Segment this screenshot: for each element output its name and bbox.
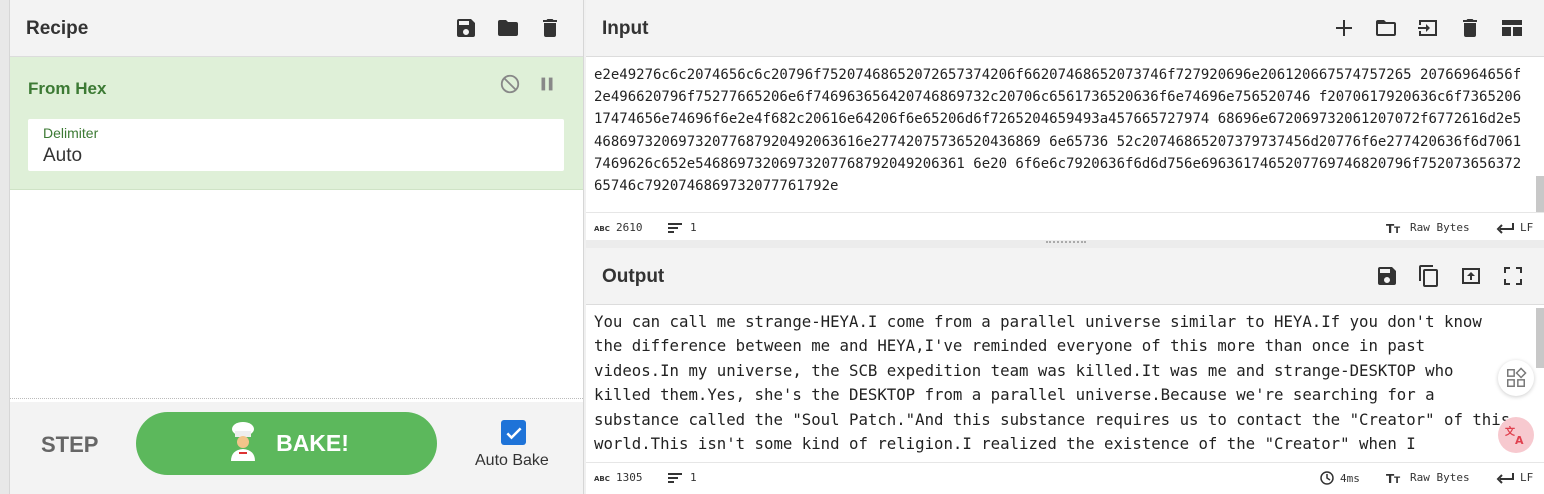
checkmark-icon — [505, 427, 522, 439]
lines-icon — [668, 222, 684, 234]
output-line-count-value: 1 — [690, 471, 697, 484]
clock-icon — [1320, 471, 1334, 485]
input-scrollbar[interactable] — [1536, 176, 1544, 212]
output-encoding[interactable]: TT Raw Bytes — [1386, 471, 1470, 484]
operation-from-hex[interactable]: From Hex Delimiter Auto — [10, 57, 583, 190]
recipe-header: Recipe — [10, 0, 583, 57]
copy-output-icon[interactable] — [1408, 261, 1450, 291]
floating-apps-grid-button[interactable] — [1498, 360, 1534, 396]
input-eol-value: LF — [1520, 221, 1534, 234]
auto-bake-label: Auto Bake — [475, 452, 549, 469]
output-char-count: ABC 1305 — [594, 471, 643, 484]
return-arrow-icon — [1496, 222, 1514, 234]
input-eol[interactable]: LF — [1496, 221, 1533, 234]
bake-label: BAKE! — [276, 430, 349, 456]
input-char-count: ABC 2610 — [594, 221, 643, 234]
recipe-panel: Recipe From Hex Delimiter Auto STEP BAKE… — [10, 0, 584, 494]
bake-time-value: 4ms — [1340, 471, 1360, 485]
svg-text:A: A — [1515, 434, 1524, 447]
bake-time: 4ms — [1320, 471, 1360, 485]
lines-icon — [668, 472, 684, 484]
translate-icon: 文 A — [1505, 425, 1524, 447]
text-size-icon: TT — [1386, 472, 1404, 484]
svg-text:T: T — [1394, 476, 1401, 484]
replace-input-with-output-icon[interactable] — [1450, 261, 1492, 291]
input-header-actions — [1323, 13, 1533, 43]
load-recipe-folder-icon[interactable] — [487, 13, 529, 43]
abc-icon: ABC — [594, 223, 610, 233]
open-file-input-icon[interactable] — [1407, 13, 1449, 43]
delimiter-value[interactable]: Auto — [43, 145, 543, 167]
open-folder-icon[interactable] — [1365, 13, 1407, 43]
step-button[interactable]: STEP — [41, 432, 98, 458]
svg-text:ABC: ABC — [594, 225, 610, 233]
output-line-count: 1 — [668, 471, 697, 484]
clear-recipe-trash-icon[interactable] — [529, 13, 571, 43]
output-char-count-value: 1305 — [616, 471, 643, 484]
svg-text:T: T — [1394, 226, 1401, 234]
output-panel: Output You can call me strange-HEYA.I co… — [586, 248, 1544, 494]
text-size-icon: TT — [1386, 222, 1404, 234]
recipe-title: Recipe — [26, 18, 89, 39]
input-encoding[interactable]: TT Raw Bytes — [1386, 221, 1470, 234]
apps-grid-icon — [1507, 367, 1527, 387]
svg-text:ABC: ABC — [594, 475, 610, 483]
operation-title: From Hex — [28, 79, 107, 98]
output-title: Output — [602, 266, 665, 287]
input-header: Input — [586, 0, 1544, 57]
maximize-output-icon[interactable] — [1492, 261, 1534, 291]
return-arrow-icon — [1496, 472, 1514, 484]
input-char-count-value: 2610 — [616, 221, 643, 234]
input-line-count-value: 1 — [690, 221, 697, 234]
input-panel: Input e2e49276c6c2074656c6c20796f7520746… — [586, 0, 1544, 240]
cyberchef-app: Recipe From Hex Delimiter Auto STEP BAKE… — [0, 0, 1544, 494]
input-title: Input — [602, 18, 649, 39]
disable-operation-icon[interactable] — [499, 73, 521, 95]
output-eol[interactable]: LF — [1496, 471, 1533, 484]
save-recipe-icon[interactable] — [445, 13, 487, 43]
reset-layout-icon[interactable] — [1491, 13, 1533, 43]
input-textarea[interactable]: e2e49276c6c2074656c6c20796f7520746865207… — [594, 64, 1522, 212]
output-eol-value: LF — [1520, 471, 1534, 484]
output-statusbar: ABC 1305 1 4ms TT Raw Bytes LF — [586, 462, 1544, 490]
chef-icon — [224, 421, 262, 466]
bake-button[interactable]: BAKE! — [136, 412, 437, 475]
recipe-header-actions — [445, 13, 571, 43]
add-tab-plus-icon[interactable] — [1323, 13, 1365, 43]
input-statusbar: ABC 2610 1 TT Raw Bytes LF — [586, 212, 1544, 240]
divider-grip[interactable] — [1046, 241, 1086, 245]
output-textarea[interactable]: You can call me strange-HEYA.I come from… — [594, 310, 1514, 458]
pause-breakpoint-icon[interactable] — [536, 73, 558, 95]
left-edge-strip — [0, 0, 10, 494]
floating-translate-button[interactable]: 文 A — [1498, 417, 1534, 453]
clear-input-trash-icon[interactable] — [1449, 13, 1491, 43]
save-output-icon[interactable] — [1366, 261, 1408, 291]
input-encoding-value: Raw Bytes — [1410, 221, 1470, 234]
auto-bake-checkbox[interactable] — [501, 420, 526, 445]
input-line-count: 1 — [668, 221, 697, 234]
delimiter-field[interactable]: Delimiter Auto — [28, 119, 564, 171]
output-scrollbar[interactable] — [1536, 308, 1544, 368]
abc-icon: ABC — [594, 473, 610, 483]
output-header-actions — [1366, 261, 1534, 291]
io-resize-divider[interactable] — [586, 240, 1544, 248]
delimiter-label: Delimiter — [43, 125, 99, 141]
output-header: Output — [586, 248, 1544, 305]
recipe-footer: STEP BAKE! Auto Bake — [10, 402, 583, 494]
output-encoding-value: Raw Bytes — [1410, 471, 1470, 484]
